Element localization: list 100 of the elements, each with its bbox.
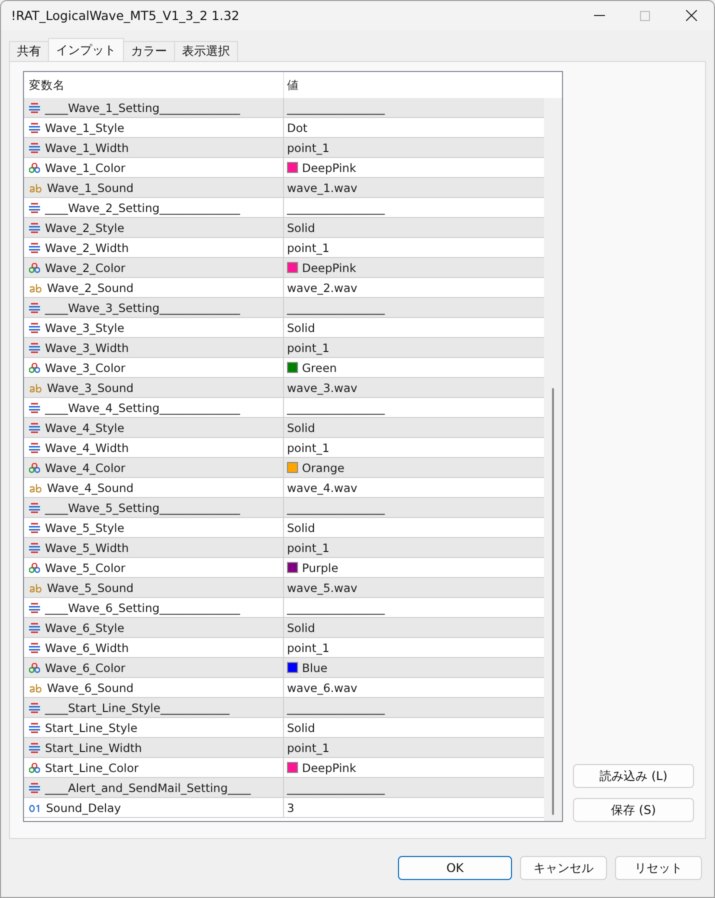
parameter-name: Wave_3_Sound xyxy=(47,380,134,394)
parameter-name: Wave_3_Color xyxy=(45,360,126,374)
list-icon xyxy=(29,202,40,212)
parameter-value[interactable]: Green xyxy=(302,360,337,374)
parameter-value[interactable]: point_1 xyxy=(287,740,330,754)
parameter-value[interactable]: _________________ xyxy=(287,600,385,614)
column-header[interactable]: 変数名 xyxy=(29,78,65,92)
parameter-name: Wave_4_Sound xyxy=(47,480,134,494)
parameter-name: Wave_6_Sound xyxy=(47,680,134,694)
tab[interactable]: インプット xyxy=(48,38,124,61)
parameter-value[interactable]: DeepPink xyxy=(302,260,356,274)
parameter-name: Wave_2_Color xyxy=(45,260,126,274)
circles-icon xyxy=(29,462,40,472)
list-icon xyxy=(29,722,40,732)
parameter-value[interactable]: DeepPink xyxy=(302,760,356,774)
parameter-value[interactable]: point_1 xyxy=(287,540,330,554)
parameter-name: ____Wave_4_Setting______________ xyxy=(45,400,240,414)
list-icon xyxy=(29,342,40,352)
text-type-icon xyxy=(29,482,42,492)
circles-icon xyxy=(29,162,40,172)
parameter-name: ____Wave_2_Setting______________ xyxy=(45,200,240,214)
parameter-value[interactable]: Blue xyxy=(302,660,328,674)
text-type-icon xyxy=(29,582,42,592)
parameter-value[interactable]: Solid xyxy=(287,620,316,634)
parameter-name: Wave_6_Style xyxy=(45,620,124,634)
window-title: !RAT_LogicalWave_MT5_V1_3_2 1.32 xyxy=(11,8,240,23)
parameter-value[interactable]: wave_6.wav xyxy=(287,680,358,694)
parameter-value[interactable]: _________________ xyxy=(287,700,385,714)
scrollbar[interactable] xyxy=(544,98,562,821)
parameter-value[interactable]: point_1 xyxy=(287,140,330,154)
parameter-name: Wave_3_Style xyxy=(45,320,124,334)
parameter-name: Wave_6_Width xyxy=(45,640,129,654)
parameter-name: ____Wave_6_Setting______________ xyxy=(45,600,240,614)
parameter-value[interactable]: wave_1.wav xyxy=(287,180,358,194)
parameter-name: ____Alert_and_SendMail_Setting____ xyxy=(45,780,251,794)
parameter-value[interactable]: wave_3.wav xyxy=(287,380,358,394)
parameter-name: Wave_4_Style xyxy=(45,420,124,434)
parameter-name: Wave_5_Style xyxy=(45,520,124,534)
parameter-value[interactable]: point_1 xyxy=(287,340,330,354)
parameter-name: ____Wave_5_Setting______________ xyxy=(45,500,240,514)
parameter-value[interactable]: point_1 xyxy=(287,440,330,454)
parameter-value[interactable]: _________________ xyxy=(287,200,385,214)
parameter-value[interactable]: 3 xyxy=(287,800,294,814)
list-icon xyxy=(29,702,40,712)
circles-icon xyxy=(29,662,40,672)
list-icon xyxy=(29,222,40,232)
list-icon xyxy=(29,742,40,752)
parameter-value[interactable]: Solid xyxy=(287,320,316,334)
list-icon xyxy=(29,522,40,532)
dialog-button[interactable]: OK xyxy=(398,856,512,880)
parameter-value[interactable]: point_1 xyxy=(287,640,330,654)
parameter-value[interactable]: Solid xyxy=(287,420,316,434)
parameter-value[interactable]: Solid xyxy=(287,720,316,734)
parameter-value[interactable]: Solid xyxy=(287,520,316,534)
tab[interactable]: 表示選択 xyxy=(174,41,238,61)
side-button[interactable]: 読み込み (L) xyxy=(573,764,694,788)
list-icon xyxy=(29,122,40,132)
parameter-value[interactable]: wave_4.wav xyxy=(287,480,358,494)
text-type-icon xyxy=(29,682,42,692)
list-icon xyxy=(29,642,40,652)
side-button[interactable]: 保存 (S) xyxy=(573,798,694,822)
parameter-name: Wave_1_Color xyxy=(45,160,126,174)
list-icon xyxy=(29,102,40,112)
parameter-value[interactable]: Orange xyxy=(302,460,344,474)
parameter-value[interactable]: _________________ xyxy=(287,500,385,514)
parameter-name: Wave_6_Color xyxy=(45,660,126,674)
parameter-value[interactable]: _________________ xyxy=(287,400,385,414)
minimize-icon[interactable] xyxy=(594,14,604,16)
parameter-value[interactable]: Dot xyxy=(287,120,308,134)
text-type-icon xyxy=(29,182,42,192)
list-icon xyxy=(29,782,40,792)
parameter-value[interactable]: Purple xyxy=(302,560,338,574)
list-icon xyxy=(29,442,40,452)
parameter-value[interactable]: _________________ xyxy=(287,100,385,114)
close-icon[interactable] xyxy=(686,10,696,21)
dialog-button[interactable]: リセット xyxy=(615,856,702,880)
list-icon xyxy=(29,322,40,332)
parameter-name: Start_Line_Color xyxy=(45,760,139,774)
tab[interactable]: 共有 xyxy=(9,41,49,61)
number-type-icon xyxy=(29,802,41,812)
parameter-name: Wave_5_Color xyxy=(45,560,126,574)
parameter-value[interactable]: _________________ xyxy=(287,780,385,794)
circles-icon xyxy=(29,562,40,572)
parameter-name: Wave_1_Sound xyxy=(47,180,134,194)
parameter-name: Wave_4_Color xyxy=(45,460,126,474)
list-icon xyxy=(29,622,40,632)
dialog-button[interactable]: キャンセル xyxy=(520,856,607,880)
text-type-icon xyxy=(29,282,42,292)
list-icon xyxy=(29,502,40,512)
parameter-value[interactable]: point_1 xyxy=(287,240,330,254)
parameter-value[interactable]: _________________ xyxy=(287,300,385,314)
parameter-value[interactable]: wave_2.wav xyxy=(287,280,358,294)
parameter-value[interactable]: Solid xyxy=(287,220,316,234)
parameter-name: Wave_1_Style xyxy=(45,120,124,134)
list-icon xyxy=(29,142,40,152)
parameter-value[interactable]: DeepPink xyxy=(302,160,356,174)
parameter-name: Wave_5_Sound xyxy=(47,580,134,594)
column-header[interactable]: 値 xyxy=(287,78,299,92)
parameter-value[interactable]: wave_5.wav xyxy=(287,580,358,594)
parameter-name: Wave_1_Width xyxy=(45,140,129,154)
